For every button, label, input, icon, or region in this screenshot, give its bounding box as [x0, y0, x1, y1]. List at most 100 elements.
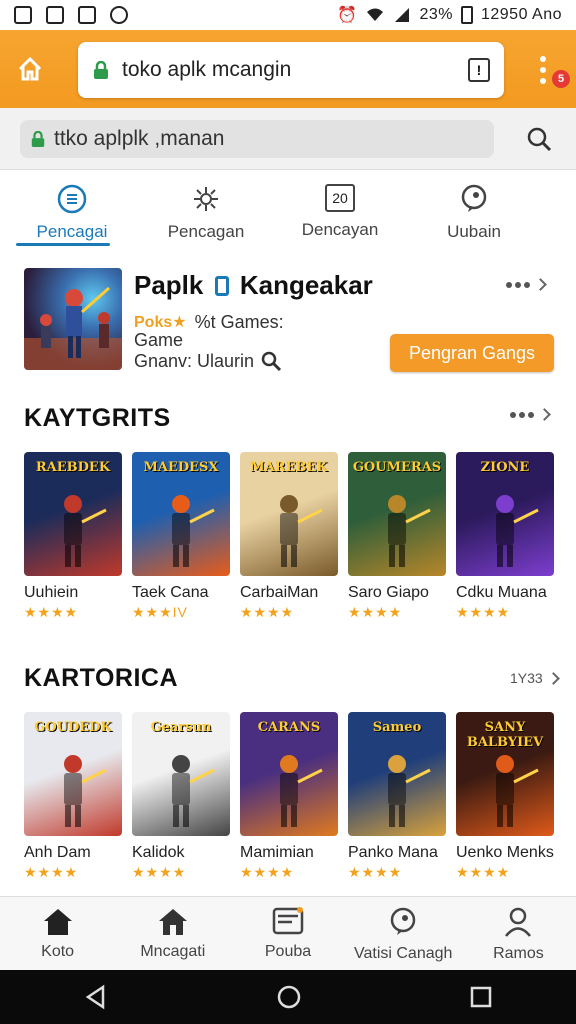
gallery-icon — [14, 6, 32, 24]
app-name: Panko Mana — [348, 844, 438, 861]
thumbnail-title: RAEBDEK — [35, 460, 111, 475]
app-name: Anh Dam — [24, 844, 91, 861]
app-name: Uuhiein — [24, 584, 79, 601]
signal-icon — [395, 8, 410, 22]
tab-switcher-button[interactable]: ! — [468, 58, 490, 82]
search-strip: ttko aplplk ,manan — [0, 108, 576, 170]
home-circle-icon[interactable] — [276, 984, 302, 1010]
section-more-button[interactable]: 1Y33 — [510, 670, 560, 686]
app-card[interactable]: MAREBEK CarbaiMan ★★★★ — [240, 452, 338, 621]
chevron-right-icon — [546, 671, 560, 685]
alarm-status-icon: ⏰ — [337, 7, 358, 24]
rating-stars: ★★★★ — [132, 864, 187, 880]
rating-stars: ★★★★ — [456, 864, 511, 880]
app-thumbnail: MAEDESX — [132, 452, 230, 576]
app-thumbnail: Sameo — [348, 712, 446, 836]
url-text: toko aplk mcangin — [122, 58, 292, 81]
flag-icon — [78, 6, 96, 24]
featured-more-button[interactable] — [506, 278, 547, 291]
chat-icon — [390, 907, 416, 935]
featured-title-part1: Paplk — [134, 270, 204, 300]
tag-icon — [261, 351, 282, 372]
featured-title-part2: Kangeakar — [239, 270, 373, 300]
rating-stars: ★★★★ — [456, 604, 511, 620]
featured-meta1: %t Games: — [194, 312, 284, 332]
app-card[interactable]: GOUMERAS Saro Giapo ★★★★ — [348, 452, 446, 621]
address-bar[interactable]: toko aplk mcangin ! — [78, 42, 504, 98]
tab-label: Dencayan — [301, 220, 379, 239]
nav-label: Mncagati — [140, 943, 206, 960]
settings-icon — [194, 187, 218, 211]
app-name: Mamimian — [240, 844, 314, 861]
app-row: RAEBDEK Uuhiein ★★★★ MAEDESX Taek Cana ★★★IV M… — [24, 452, 576, 632]
apps-icon — [272, 907, 304, 935]
back-icon[interactable] — [83, 984, 109, 1010]
app-name: CarbaiMan — [240, 584, 319, 601]
app-thumbnail: GOUDEDK — [24, 712, 122, 836]
nav-item-mncagati[interactable]: Mncagati — [115, 897, 230, 970]
search-input[interactable]: ttko aplplk ,manan — [20, 120, 494, 158]
thumbnail-title: ZIONE — [480, 460, 530, 475]
nav-item-pouba[interactable]: Pouba — [230, 897, 345, 970]
tab-pencagan[interactable]: Pencagan — [144, 172, 268, 252]
section-title: KAYTGRITS — [24, 404, 171, 432]
section-more-button[interactable] — [510, 408, 551, 421]
featured-meta-line3: Gnanv: Ulaurin — [134, 350, 282, 372]
app-thumbnail: MAREBEK — [240, 452, 338, 576]
app-name: Uenko Menks — [456, 844, 554, 861]
nav-item-ramos[interactable]: Ramos — [461, 897, 576, 970]
app-card[interactable]: SANY BALBYIEV Uenko Menks ★★★★ — [456, 712, 554, 881]
app-card[interactable]: Sameo Panko Mana ★★★★ — [348, 712, 446, 881]
app-row: GOUDEDK Anh Dam ★★★★ Gearsun Kalidok ★★★★ CARA… — [24, 712, 576, 892]
thumbnail-title: CARANS — [257, 720, 321, 735]
nav-item-koto[interactable]: Koto — [0, 897, 115, 970]
tab-label: Pencagai — [36, 222, 108, 241]
app-thumbnail: ZIONE — [456, 452, 554, 576]
notification-badge: 5 — [552, 70, 570, 88]
tab-dencayan[interactable]: 20 Dencayan — [278, 172, 402, 252]
app-card[interactable]: RAEBDEK Uuhiein ★★★★ — [24, 452, 122, 621]
category-tabs: Pencagai Pencagan 20 Dencayan Uubain — [0, 172, 576, 252]
nav-item-vatisi-canagh[interactable]: Vatisi Canagh — [346, 897, 461, 970]
recents-icon[interactable] — [469, 985, 493, 1009]
featured-app-image — [24, 268, 122, 370]
rating-stars: ★★★★ — [240, 864, 295, 880]
nav-label: Vatisi Canagh — [353, 945, 453, 962]
alarm-icon — [110, 6, 128, 24]
thumbnail-title: Sameo — [372, 720, 422, 735]
more-dots-icon — [506, 281, 530, 288]
chat-icon — [461, 184, 487, 212]
home-icon — [18, 56, 42, 81]
chevron-right-icon — [534, 278, 547, 291]
home-button[interactable] — [0, 30, 60, 108]
status-bar: ⏰ 23% 12950 Ano — [0, 0, 576, 30]
search-text: ttko aplplk ,manan — [54, 127, 225, 150]
nav-label: Pouba — [264, 943, 312, 960]
wifi-icon — [367, 8, 384, 21]
app-name: Kalidok — [132, 844, 185, 861]
battery-percent: 23% — [419, 6, 453, 23]
app-card[interactable]: CARANS Mamimian ★★★★ — [240, 712, 338, 881]
thumbnail-title: GOUMERAS — [352, 460, 442, 475]
calendar-icon: 20 — [325, 184, 355, 212]
system-navigation-bar — [0, 970, 576, 1024]
app-thumbnail: SANY BALBYIEV — [456, 712, 554, 836]
app-thumbnail: RAEBDEK — [24, 452, 122, 576]
rating-stars: ★★★IV — [132, 604, 188, 620]
featured-app[interactable]: Paplk Kangeakar Poks★ %t Games: Game Gna… — [0, 262, 576, 382]
featured-action-button[interactable]: Pengran Gangs — [390, 334, 554, 372]
featured-meta2: Game — [134, 330, 184, 350]
app-thumbnail: Gearsun — [132, 712, 230, 836]
tab-pencagai[interactable]: Pencagai — [10, 172, 134, 252]
tab-uubain[interactable]: Uubain — [412, 172, 536, 252]
app-card[interactable]: Gearsun Kalidok ★★★★ — [132, 712, 230, 881]
search-icon[interactable] — [526, 126, 552, 152]
app-card[interactable]: ZIONE Cdku Muana ★★★★ — [456, 452, 554, 621]
thumbnail-title: MAEDESX — [143, 460, 219, 475]
app-card[interactable]: GOUDEDK Anh Dam ★★★★ — [24, 712, 122, 881]
nav-label: Ramos — [493, 945, 544, 962]
clock: 12950 Ano — [480, 6, 562, 23]
app-card[interactable]: MAEDESX Taek Cana ★★★IV — [132, 452, 230, 621]
thumbnail-title: MAREBEK — [250, 460, 328, 475]
rating-stars: ★★★★ — [240, 604, 295, 620]
